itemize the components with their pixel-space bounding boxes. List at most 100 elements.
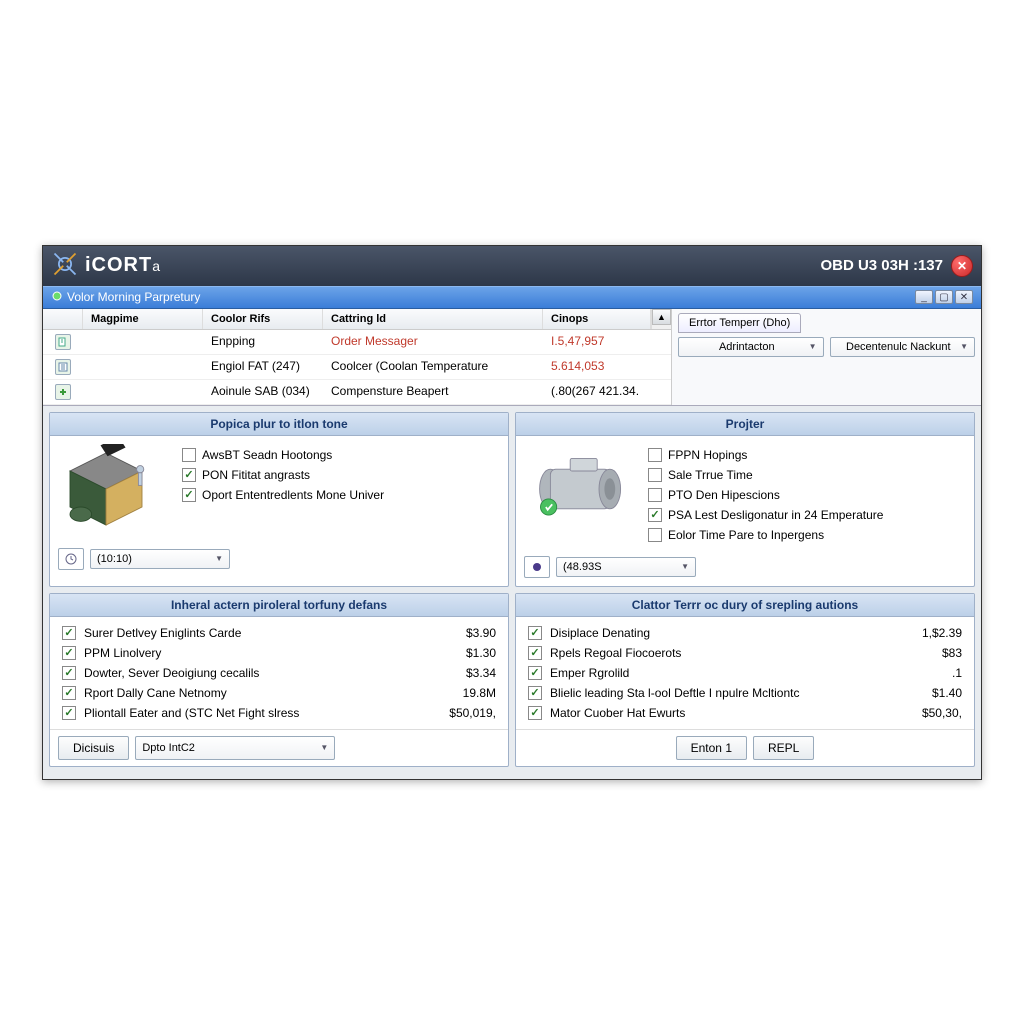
- list-item[interactable]: Pliontall Eater and (STC Net Fight slres…: [50, 703, 508, 723]
- list-item[interactable]: Blielic leading Sta l-ool Deftle I npulr…: [516, 683, 974, 703]
- list-label: Pliontall Eater and (STC Net Fight slres…: [84, 706, 416, 720]
- checkbox[interactable]: [62, 666, 76, 680]
- panel-bottomright: Clattor Terrr oc dury of srepling aution…: [515, 593, 975, 767]
- row-doc-icon: [55, 334, 71, 350]
- table-row[interactable]: Engiol FAT (247) Coolcer (Coolan Tempera…: [43, 355, 671, 380]
- dpto-dropdown[interactable]: Dpto IntC2 ▼: [135, 736, 335, 760]
- list-item[interactable]: Rport Dally Cane Netnomy19.8M: [50, 683, 508, 703]
- check-item[interactable]: Eolor Time Pare to Inpergens: [648, 528, 964, 542]
- clock-icon-box[interactable]: [58, 548, 84, 570]
- panel-tl-header: Popica plur to itlon tone: [50, 413, 508, 436]
- check-label: FPPN Hopings: [668, 448, 747, 462]
- panel-br-body: Disiplace Denating1,$2.39 Rpels Regoal F…: [516, 617, 974, 729]
- checkbox[interactable]: [182, 488, 196, 502]
- enton-button[interactable]: Enton 1: [676, 736, 747, 760]
- list-item[interactable]: Dowter, Sever Deoigiung cecalils$3.34: [50, 663, 508, 683]
- checkbox[interactable]: [182, 448, 196, 462]
- checkbox[interactable]: [648, 528, 662, 542]
- sub-close-icon: ✕: [960, 292, 968, 303]
- minimize-icon: _: [921, 292, 927, 303]
- app-name-suffix: a: [152, 258, 161, 274]
- side-dropdown-2[interactable]: Decentenulc Nackunt ▼: [830, 337, 976, 357]
- list-item[interactable]: Surer Detlvey Eniglints Carde$3.90: [50, 623, 508, 643]
- checkbox[interactable]: [62, 626, 76, 640]
- device-image-component: [60, 444, 170, 534]
- minimize-button[interactable]: _: [915, 290, 933, 304]
- check-item[interactable]: AwsBT Seadn Hootongs: [182, 448, 498, 462]
- th-magpime[interactable]: Magpime: [83, 309, 203, 329]
- cell: [83, 355, 203, 379]
- th-cattring[interactable]: Cattring ld: [323, 309, 543, 329]
- checkbox[interactable]: [528, 706, 542, 720]
- cell: Coolcer (Coolan Temperature: [323, 355, 543, 379]
- checkbox[interactable]: [528, 646, 542, 660]
- app-name-main: iCORT: [85, 254, 152, 276]
- title-bar: iCORTa OBD U3 03H :137 ✕: [43, 246, 981, 286]
- chevron-down-icon: ▼: [320, 743, 328, 752]
- check-label: PON Fititat angrasts: [202, 468, 310, 482]
- list-value: $3.34: [416, 666, 496, 680]
- th-coolor[interactable]: Coolor Rifs: [203, 309, 323, 329]
- checkbox[interactable]: [62, 706, 76, 720]
- close-icon: ✕: [957, 259, 967, 273]
- check-label: Eolor Time Pare to Inpergens: [668, 528, 824, 542]
- panel-tr-footer: (48.93S ▼: [516, 550, 974, 586]
- check-item[interactable]: Oport Ententredlents Mone Univer: [182, 488, 498, 502]
- cell: I.5,47,957: [543, 330, 651, 354]
- list-item[interactable]: Disiplace Denating1,$2.39: [516, 623, 974, 643]
- data-table: Magpime Coolor Rifs Cattring ld Cinops ▲…: [43, 309, 671, 405]
- check-item[interactable]: Sale Trrue Time: [648, 468, 964, 482]
- checkbox[interactable]: [648, 488, 662, 502]
- check-item[interactable]: PON Fititat angrasts: [182, 468, 498, 482]
- check-item[interactable]: PSA Lest Desligonatur in 24 Emperature: [648, 508, 964, 522]
- close-button[interactable]: ✕: [951, 255, 973, 277]
- list-item[interactable]: Emper Rgrolild.1: [516, 663, 974, 683]
- panel-bl-header: Inheral actern piroleral torfuny defans: [50, 594, 508, 617]
- list-label: Dowter, Sever Deoigiung cecalils: [84, 666, 416, 680]
- checkbox[interactable]: [528, 626, 542, 640]
- panel-topright: Projter: [515, 412, 975, 587]
- row-list-icon: [55, 359, 71, 375]
- scroll-up-button[interactable]: ▲: [652, 309, 671, 325]
- maximize-button[interactable]: ▢: [935, 290, 953, 304]
- panel-tr-dropdown[interactable]: (48.93S ▼: [556, 557, 696, 577]
- panel-tl-dropdown[interactable]: (10:10) ▼: [90, 549, 230, 569]
- list-value: $1.30: [416, 646, 496, 660]
- list-label: Rport Dally Cane Netnomy: [84, 686, 416, 700]
- content-area: Magpime Coolor Rifs Cattring ld Cinops ▲…: [43, 309, 981, 779]
- cell: Aoinule SAB (034): [203, 380, 323, 404]
- th-cinops[interactable]: Cinops: [543, 309, 651, 329]
- side-dropdown-1[interactable]: Adrintacton ▼: [678, 337, 824, 357]
- list-item[interactable]: Rpels Regoal Fiocoerots$83: [516, 643, 974, 663]
- check-label: PSA Lest Desligonatur in 24 Emperature: [668, 508, 883, 522]
- repl-button[interactable]: REPL: [753, 736, 814, 760]
- dot-icon-box[interactable]: [524, 556, 550, 578]
- checkbox[interactable]: [648, 468, 662, 482]
- dicisuis-button[interactable]: Dicisuis: [58, 736, 129, 760]
- list-item[interactable]: PPM Linolvery$1.30: [50, 643, 508, 663]
- checkbox[interactable]: [648, 448, 662, 462]
- panel-tl-body: AwsBT Seadn Hootongs PON Fititat angrast…: [50, 436, 508, 542]
- checkbox[interactable]: [62, 646, 76, 660]
- panel-tl-dd-text: (10:10): [97, 553, 215, 565]
- table-row[interactable]: Enpping Order Messager I.5,47,957: [43, 330, 671, 355]
- panel-tr-dd-text: (48.93S: [563, 561, 681, 573]
- sub-close-button[interactable]: ✕: [955, 290, 973, 304]
- cell: Compensture Beapert: [323, 380, 543, 404]
- checkbox[interactable]: [528, 666, 542, 680]
- device-image-motor: [526, 444, 636, 534]
- checkbox[interactable]: [648, 508, 662, 522]
- side-tab[interactable]: Errtor Temperr (Dho): [678, 313, 801, 333]
- check-item[interactable]: FPPN Hopings: [648, 448, 964, 462]
- checkbox[interactable]: [528, 686, 542, 700]
- check-item[interactable]: PTO Den Hipescions: [648, 488, 964, 502]
- app-window: iCORTa OBD U3 03H :137 ✕ Volor Morning P…: [42, 245, 982, 780]
- th-icon: [43, 309, 83, 329]
- list-item[interactable]: Mator Cuober Hat Ewurts$50,30,: [516, 703, 974, 723]
- window-controls: _ ▢ ✕: [915, 290, 973, 304]
- checkbox[interactable]: [62, 686, 76, 700]
- panel-bl-body: Surer Detlvey Eniglints Carde$3.90 PPM L…: [50, 617, 508, 729]
- checkbox[interactable]: [182, 468, 196, 482]
- check-label: Sale Trrue Time: [668, 468, 753, 482]
- table-row[interactable]: Aoinule SAB (034) Compensture Beapert (.…: [43, 380, 671, 405]
